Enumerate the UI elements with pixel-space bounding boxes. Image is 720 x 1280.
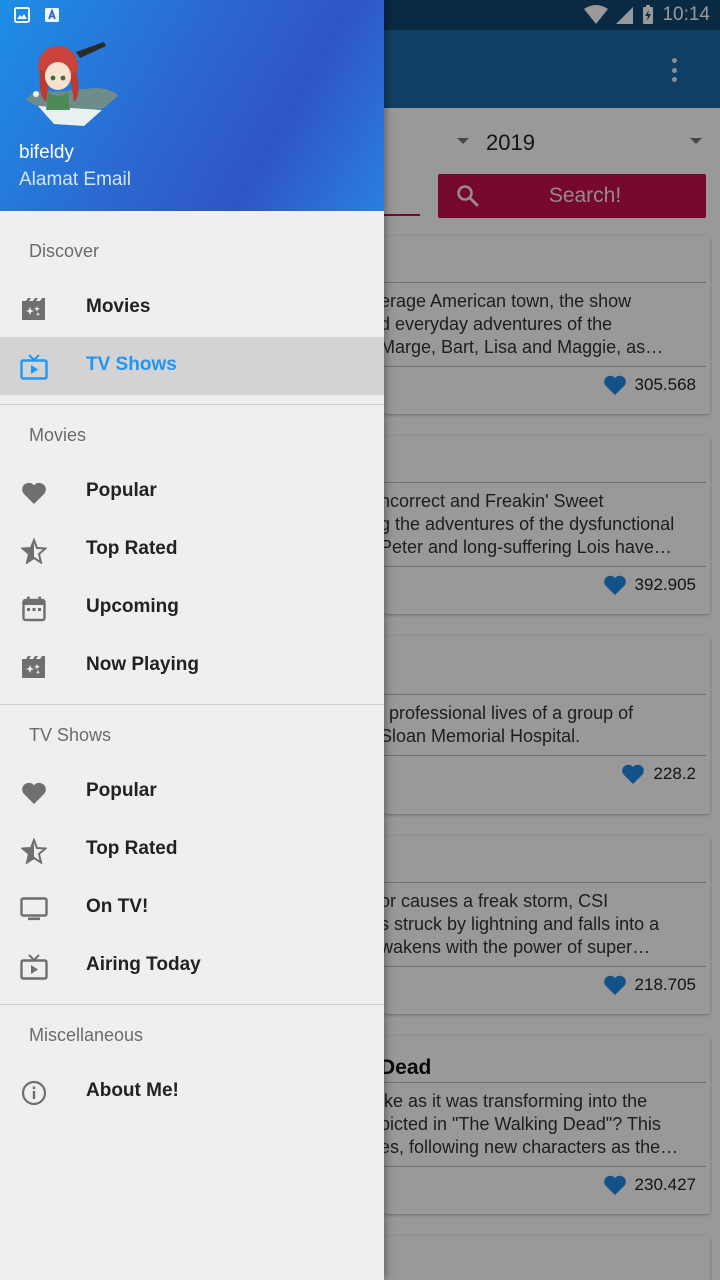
info-icon (20, 1079, 48, 1107)
divider (0, 1004, 384, 1005)
nav-item-label: About Me! (86, 1080, 179, 1101)
drawer-header: bifeldy Alamat Email (0, 0, 384, 211)
nav-item-movies-popular[interactable]: Popular (0, 463, 384, 521)
live-tv-icon (20, 353, 48, 381)
nav-item-label: Popular (86, 780, 157, 801)
nav-item-discover-movies[interactable]: Movies (0, 279, 384, 337)
divider (0, 404, 384, 405)
nav-item-tv-on-tv[interactable]: On TV! (0, 879, 384, 937)
nav-item-movies-top-rated[interactable]: Top Rated (0, 521, 384, 579)
avatar[interactable] (24, 36, 120, 132)
image-icon (14, 7, 30, 23)
nav-item-label: Airing Today (86, 954, 201, 975)
star-half-icon (20, 537, 48, 565)
live-tv-icon (20, 953, 48, 981)
nav-item-tv-popular[interactable]: Popular (0, 763, 384, 821)
calendar-icon (20, 595, 48, 623)
star-half-icon (20, 837, 48, 865)
app-store-icon (45, 8, 59, 22)
nav-item-about-me[interactable]: About Me! (0, 1063, 384, 1121)
user-email: Alamat Email (19, 169, 131, 190)
section-title-tv-shows: TV Shows (29, 725, 112, 745)
nav-item-label: Now Playing (86, 654, 199, 675)
nav-item-label: Top Rated (86, 538, 178, 559)
nav-item-label: TV Shows (86, 354, 177, 375)
user-name: bifeldy (19, 142, 74, 163)
nav-item-label: Popular (86, 480, 157, 501)
nav-item-movies-upcoming[interactable]: Upcoming (0, 579, 384, 637)
section-title-discover: Discover (29, 241, 100, 261)
nav-item-label: On TV! (86, 896, 149, 917)
nav-item-label: Upcoming (86, 596, 179, 617)
section-title-misc: Miscellaneous (29, 1025, 144, 1045)
section-title-movies: Movies (29, 425, 87, 445)
tv-icon (20, 895, 48, 923)
nav-item-label: Top Rated (86, 838, 178, 859)
navigation-drawer: bifeldy Alamat Email Discover Movies TV … (0, 0, 384, 1280)
divider (0, 704, 384, 705)
heart-icon (20, 779, 48, 807)
nav-item-tv-top-rated[interactable]: Top Rated (0, 821, 384, 879)
nav-item-tv-airing-today[interactable]: Airing Today (0, 937, 384, 995)
heart-icon (20, 479, 48, 507)
nav-item-label: Movies (86, 296, 151, 317)
movie-filter-icon (20, 295, 48, 323)
movie-filter-icon (20, 653, 48, 681)
notification-icons (14, 7, 60, 23)
nav-item-movies-now-playing[interactable]: Now Playing (0, 637, 384, 695)
nav-item-discover-tv-shows[interactable]: TV Shows (0, 337, 384, 395)
